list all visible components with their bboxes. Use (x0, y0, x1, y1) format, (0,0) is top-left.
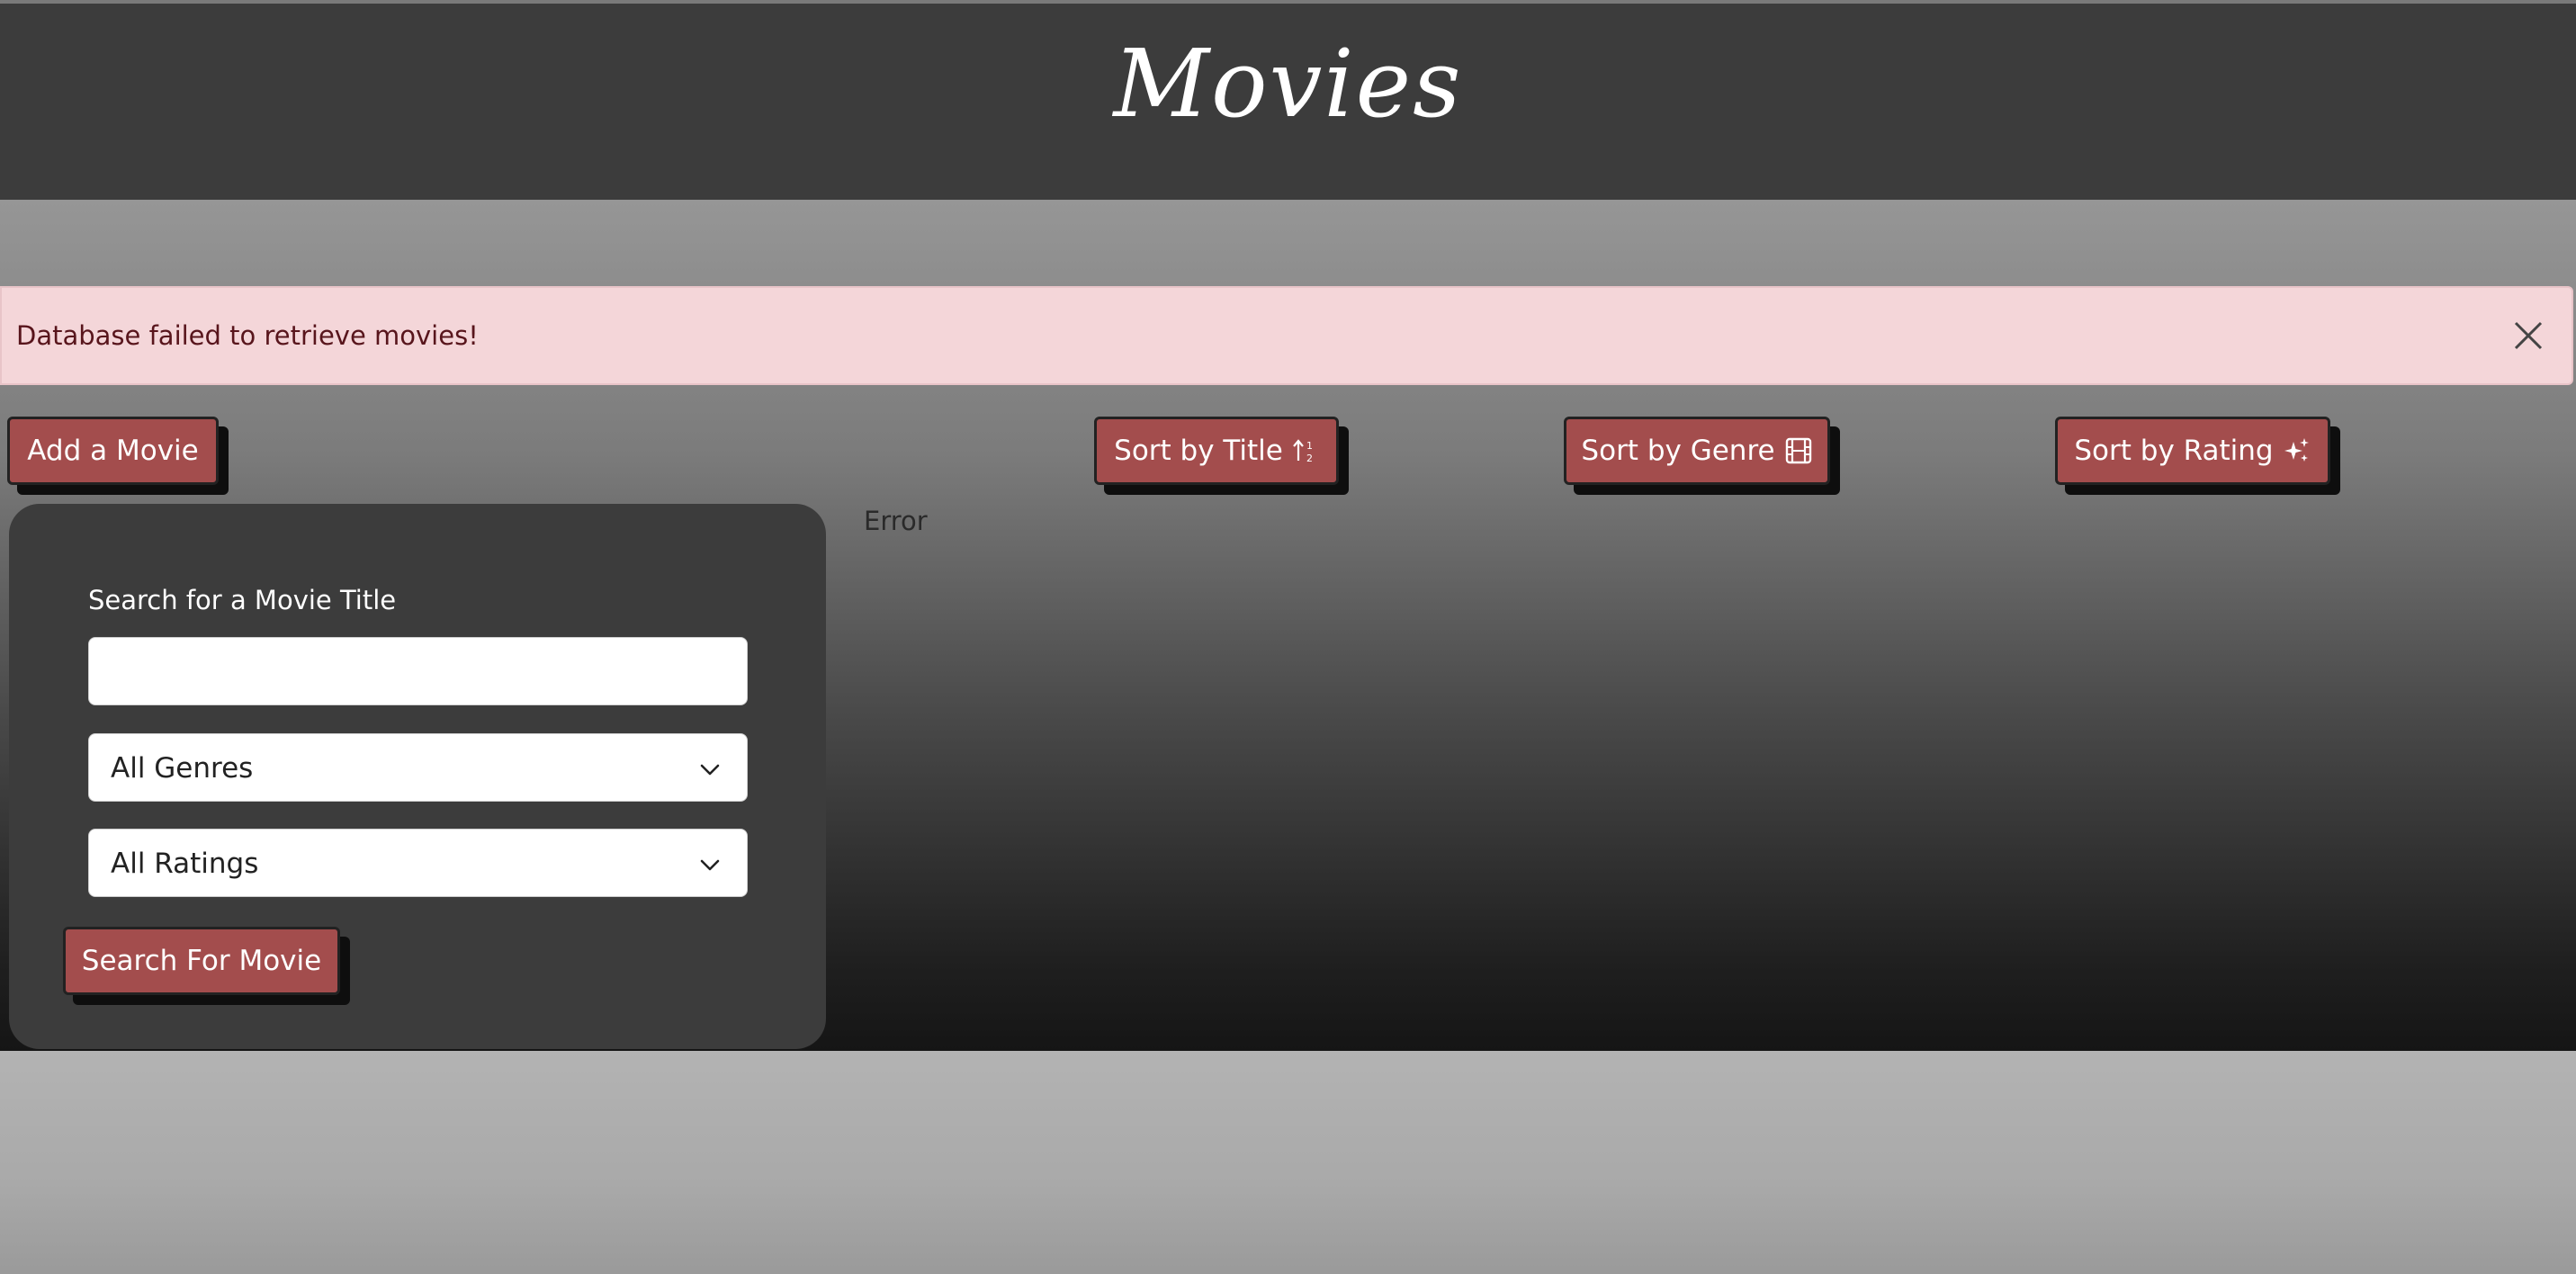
page-title: Movies (1113, 29, 1463, 139)
rating-select-value: All Ratings (111, 848, 259, 880)
page-header: Movies (0, 4, 2576, 200)
svg-text:1: 1 (1306, 440, 1313, 452)
search-for-movie-button[interactable]: Search For Movie (63, 927, 340, 995)
error-alert: Database failed to retrieve movies! (0, 286, 2573, 385)
genre-select[interactable]: All Genres (88, 733, 748, 802)
status-text: Error (864, 506, 928, 536)
sort-by-title-label: Sort by Title (1114, 435, 1283, 467)
page-footer (0, 1051, 2576, 1274)
add-movie-label: Add a Movie (27, 435, 199, 467)
chevron-down-icon (700, 859, 720, 871)
sort-by-genre-label: Sort by Genre (1581, 435, 1775, 467)
add-movie-button[interactable]: Add a Movie (7, 417, 219, 485)
close-icon[interactable] (2510, 318, 2546, 354)
film-icon (1785, 437, 1811, 464)
chevron-down-icon (700, 764, 720, 776)
svg-text:2: 2 (1306, 453, 1313, 464)
sort-numeric-icon: 1 2 (1293, 439, 1313, 464)
sort-by-genre-button[interactable]: Sort by Genre (1564, 417, 1830, 485)
search-for-movie-label: Search For Movie (81, 945, 322, 977)
sort-by-rating-label: Sort by Rating (2074, 435, 2274, 467)
sort-by-rating-button[interactable]: Sort by Rating (2055, 417, 2330, 485)
search-label: Search for a Movie Title (88, 585, 397, 615)
stars-icon (2284, 438, 2309, 462)
search-panel: Search for a Movie Title All Genres All … (9, 504, 826, 1049)
alert-message: Database failed to retrieve movies! (16, 320, 479, 351)
rating-select[interactable]: All Ratings (88, 829, 748, 897)
search-input[interactable] (88, 637, 748, 705)
sort-by-title-button[interactable]: Sort by Title 1 2 (1094, 417, 1339, 485)
genre-select-value: All Genres (111, 752, 254, 785)
